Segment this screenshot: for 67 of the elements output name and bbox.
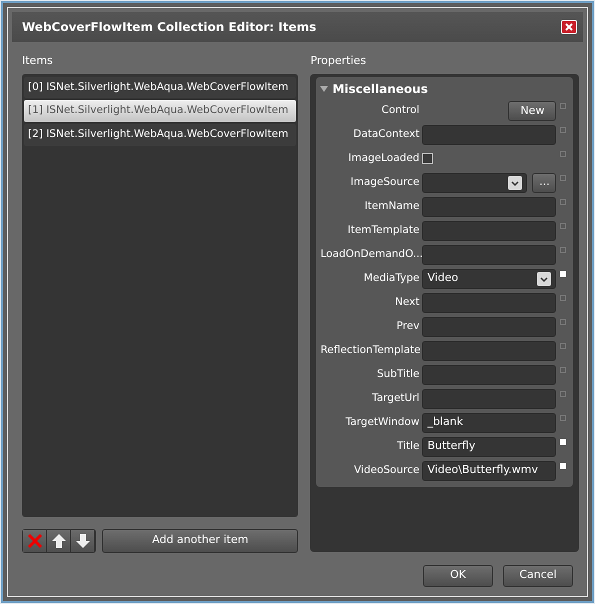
- dropdown-field[interactable]: Video: [422, 268, 556, 288]
- window-title: WebCoverFlowItem Collection Editor: Items: [22, 19, 316, 36]
- property-label: Prev: [396, 318, 420, 334]
- section-label: Items: [22, 53, 54, 69]
- property-label: ReflectionTemplate: [320, 342, 422, 358]
- property-marker-icon[interactable]: [560, 390, 566, 396]
- expand-triangle-icon[interactable]: [320, 84, 328, 92]
- property-label: DataContext: [352, 126, 420, 142]
- input-field[interactable]: [422, 316, 556, 336]
- input-field[interactable]: [422, 292, 556, 312]
- delete-icon: [26, 532, 44, 550]
- down-arrow-button[interactable]: [71, 530, 95, 552]
- dropdown-field[interactable]: [422, 172, 528, 192]
- input-field[interactable]: [422, 196, 556, 216]
- ok-button[interactable]: OK: [423, 564, 493, 586]
- property-label: Control: [380, 102, 420, 118]
- cancel-button[interactable]: Cancel: [503, 564, 573, 586]
- property-marker-icon[interactable]: [560, 342, 566, 348]
- property-marker-icon[interactable]: [560, 126, 566, 132]
- list-item[interactable]: [1] ISNet.Silverlight.WebAqua.WebCoverFlowItem: [24, 100, 296, 122]
- property-marker-icon[interactable]: [560, 366, 566, 372]
- property-marker-icon[interactable]: [560, 294, 566, 300]
- property-label: VideoSource: [352, 462, 420, 478]
- property-marker-icon[interactable]: [560, 438, 566, 444]
- property-label: TargetUrl: [371, 390, 420, 406]
- input-field[interactable]: [422, 220, 556, 240]
- property-marker-icon[interactable]: [560, 462, 566, 468]
- new-button[interactable]: New: [508, 100, 556, 120]
- property-label: ItemTemplate: [346, 222, 420, 238]
- input-field[interactable]: _blank: [422, 412, 556, 432]
- property-label: TargetWindow: [344, 414, 420, 430]
- close-icon: [565, 22, 573, 31]
- list-item[interactable]: [0] ISNet.Silverlight.WebAqua.WebCoverFlowItem: [24, 76, 296, 98]
- list-item[interactable]: [2] ISNet.Silverlight.WebAqua.WebCoverFlowItem: [24, 124, 296, 146]
- property-marker-icon[interactable]: [560, 150, 566, 156]
- input-field[interactable]: [422, 124, 556, 144]
- input-field[interactable]: Video\Butterfly.wmv: [422, 460, 556, 480]
- category-title: Miscellaneous: [332, 80, 428, 98]
- property-marker-icon[interactable]: [560, 198, 566, 204]
- checkbox[interactable]: [422, 153, 434, 164]
- property-label: MediaType: [362, 270, 420, 286]
- property-label: ImageLoaded: [347, 150, 420, 166]
- close-button[interactable]: [561, 20, 577, 34]
- property-marker-icon[interactable]: [560, 174, 566, 180]
- section-label: Properties: [310, 53, 368, 69]
- property-marker-icon[interactable]: [560, 414, 566, 420]
- add-item-button[interactable]: Add another item: [102, 528, 298, 552]
- property-label: ItemName: [364, 198, 420, 214]
- browse-button[interactable]: ...: [532, 172, 556, 192]
- property-label: LoadOnDemandO...: [320, 246, 422, 262]
- property-label: SubTitle: [376, 366, 420, 382]
- down-arrow-icon: [74, 532, 92, 550]
- input-field[interactable]: [422, 364, 556, 384]
- property-marker-icon[interactable]: [560, 246, 566, 252]
- property-marker-icon[interactable]: [560, 318, 566, 324]
- property-marker-icon[interactable]: [560, 222, 566, 228]
- property-label: ImageSource: [350, 174, 420, 190]
- input-field[interactable]: [422, 388, 556, 408]
- property-label: Title: [396, 438, 420, 454]
- up-arrow-icon: [50, 532, 68, 550]
- input-field[interactable]: Butterfly: [422, 436, 556, 456]
- up-arrow-button[interactable]: [47, 530, 71, 552]
- property-marker-icon[interactable]: [560, 102, 566, 108]
- input-field[interactable]: [422, 244, 556, 264]
- property-marker-icon[interactable]: [560, 270, 566, 276]
- input-field[interactable]: [422, 340, 556, 360]
- property-label: Next: [394, 294, 420, 310]
